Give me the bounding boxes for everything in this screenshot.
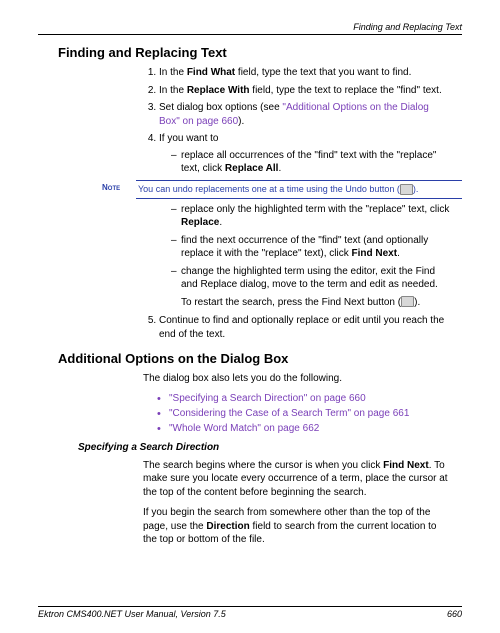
direction-para-2: If you begin the search from somewhere o…	[143, 506, 452, 547]
step-1-text-c: field, type the text that you want to fi…	[235, 67, 411, 78]
step-4-sub-4: change the highlighted term using the ed…	[171, 265, 452, 310]
restart-line: To restart the search, press the Find Ne…	[181, 296, 452, 310]
step-4-sub-2: replace only the highlighted term with t…	[171, 203, 452, 230]
direction-para-1b: Find Next	[383, 460, 429, 471]
footer: Ektron CMS400.NET User Manual, Version 7…	[38, 606, 462, 619]
options-block: The dialog box also lets you do the foll…	[143, 372, 452, 434]
step-4-text: If you want to	[159, 133, 218, 144]
bullet-2: "Considering the Case of a Search Term" …	[157, 408, 452, 419]
bullet-3-link[interactable]: "Whole Word Match" on page 662	[169, 423, 319, 434]
note-label: Note	[102, 180, 136, 192]
step-3-text-a: Set dialog box options (see	[159, 102, 282, 113]
step-1-bold: Find What	[187, 67, 235, 78]
direction-block: The search begins where the cursor is wh…	[143, 459, 452, 547]
step-1-text-a: In the	[159, 67, 187, 78]
step-4-sub-2c: .	[219, 217, 222, 228]
step-2-text-a: In the	[159, 85, 187, 96]
step-4-sub-1c: .	[278, 163, 281, 174]
footer-left: Ektron CMS400.NET User Manual, Version 7…	[38, 609, 226, 619]
footer-right: 660	[447, 609, 462, 619]
step-3-text-b: ).	[238, 116, 244, 127]
step-1: In the Find What field, type the text th…	[159, 66, 452, 80]
step-4-sub-1a: replace all occurrences of the "find" te…	[181, 150, 436, 175]
note-row: Note You can undo replacements one at a …	[102, 180, 462, 199]
step-4-sublist-a: replace all occurrences of the "find" te…	[159, 149, 452, 176]
note-text-b: ).	[413, 184, 419, 194]
page: Finding and Replacing Text Finding and R…	[0, 0, 500, 633]
step-4-sub-3b: Find Next	[352, 248, 398, 259]
direction-para-1a: The search begins where the cursor is wh…	[143, 460, 383, 471]
bullet-1-link[interactable]: "Specifying a Search Direction" on page …	[169, 393, 366, 404]
step-2: In the Replace With field, type the text…	[159, 84, 452, 98]
bullet-1: "Specifying a Search Direction" on page …	[157, 393, 452, 404]
step-4-sub-3c: .	[397, 248, 400, 259]
options-bullets: "Specifying a Search Direction" on page …	[143, 393, 452, 434]
numbered-list: In the Find What field, type the text th…	[143, 66, 452, 176]
heading-search-direction: Specifying a Search Direction	[78, 442, 462, 453]
note-text: You can undo replacements one at a time …	[136, 180, 462, 199]
steps-block: In the Find What field, type the text th…	[143, 66, 452, 176]
step-2-bold: Replace With	[187, 85, 250, 96]
step-4: If you want to replace all occurrences o…	[159, 132, 452, 176]
step-4-sub-1b: Replace All	[225, 163, 279, 174]
direction-para-1: The search begins where the cursor is wh…	[143, 459, 452, 500]
step-3: Set dialog box options (see "Additional …	[159, 101, 452, 128]
restart-a: To restart the search, press the Find Ne…	[181, 297, 401, 308]
numbered-list-cont: Continue to find and optionally replace …	[143, 314, 452, 341]
step-2-text-c: field, type the text to replace the "fin…	[250, 85, 442, 96]
restart-b: ).	[414, 297, 420, 308]
step-4-sub-2b: Replace	[181, 217, 219, 228]
running-header: Finding and Replacing Text	[38, 22, 462, 35]
step-4-sub-3: find the next occurrence of the "find" t…	[171, 234, 452, 261]
step-4-sub-2a: replace only the highlighted term with t…	[181, 204, 449, 215]
step-5: Continue to find and optionally replace …	[159, 314, 452, 341]
find-next-icon	[401, 296, 414, 307]
heading-finding-replacing: Finding and Replacing Text	[58, 45, 462, 60]
undo-icon	[400, 184, 413, 195]
bullet-3: "Whole Word Match" on page 662	[157, 423, 452, 434]
step-4-sub-4-text: change the highlighted term using the ed…	[181, 266, 438, 291]
bullet-2-link[interactable]: "Considering the Case of a Search Term" …	[169, 408, 409, 419]
note-text-a: You can undo replacements one at a time …	[138, 184, 400, 194]
steps-block-continued: replace only the highlighted term with t…	[143, 203, 452, 342]
options-intro: The dialog box also lets you do the foll…	[143, 372, 452, 386]
step-4-sub-1: replace all occurrences of the "find" te…	[171, 149, 452, 176]
direction-para-2b: Direction	[206, 521, 249, 532]
heading-additional-options: Additional Options on the Dialog Box	[58, 351, 462, 366]
step-4-sublist-b: replace only the highlighted term with t…	[143, 203, 452, 310]
